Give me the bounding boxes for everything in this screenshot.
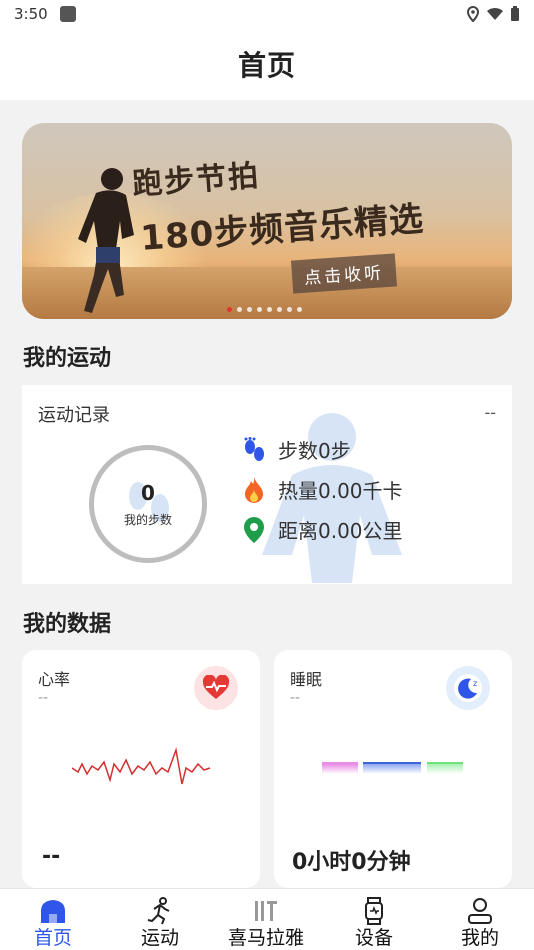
page-title: 首页 (237, 49, 296, 82)
tab-device[interactable]: 设备 (324, 889, 424, 950)
heart-rate-value: -- (42, 844, 61, 869)
svg-text:z: z (473, 679, 477, 688)
stat-steps: 步数0步 (242, 435, 351, 464)
tab-home-label: 首页 (33, 927, 72, 949)
ximalaya-icon (255, 901, 277, 921)
banner-dot[interactable] (287, 307, 292, 312)
heart-rate-sub: -- (38, 690, 49, 706)
sleep-value: 0小时0分钟 (292, 850, 411, 875)
banner-title-line1: 跑步节拍 (131, 158, 262, 203)
stat-calories-text: 热量0.00千卡 (278, 479, 403, 503)
bottom-tab-bar: 首页 运动 喜马拉雅 设备 我的 (0, 888, 534, 950)
sleep-card[interactable]: 睡眠 -- z 0小时0分钟 (274, 650, 512, 888)
sport-record-card[interactable]: 运动记录 -- 0 我的步数 步数0步 热量0.00千卡 距离0.00公里 (22, 385, 512, 584)
home-icon (41, 900, 65, 923)
banner-pagination (227, 307, 302, 312)
sleep-title: 睡眠 (290, 670, 323, 689)
banner-dot[interactable] (257, 307, 262, 312)
sleep-bar-awake (322, 762, 358, 774)
watch-icon (365, 897, 383, 925)
tab-mine[interactable]: 我的 (430, 889, 530, 950)
tab-device-label: 设备 (354, 927, 393, 949)
tab-sport[interactable]: 运动 (110, 889, 210, 950)
tab-home[interactable]: 首页 (3, 889, 103, 950)
stat-steps-text: 步数0步 (278, 439, 351, 463)
notification-icon (59, 6, 76, 22)
tab-ximalaya-label: 喜马拉雅 (227, 927, 304, 949)
page-header: 首页 (0, 28, 534, 100)
runner-icon (147, 897, 170, 925)
data-section-title: 我的数据 (23, 612, 112, 637)
stat-calories: 热量0.00千卡 (242, 475, 403, 504)
promo-banner[interactable]: 跑步节拍 180步频音乐精选 点击收听 (22, 123, 512, 319)
location-icon (466, 6, 480, 22)
steps-count: 0 (141, 480, 155, 505)
tab-ximalaya[interactable]: 喜马拉雅 (216, 889, 316, 950)
flame-icon (245, 476, 263, 503)
heart-rate-icon (194, 666, 238, 710)
banner-dot[interactable] (227, 307, 232, 312)
tab-sport-label: 运动 (140, 927, 179, 949)
footprints-icon (244, 436, 264, 461)
sport-record-value: -- (484, 403, 496, 422)
sleep-moon-icon: z (446, 666, 490, 710)
user-icon (468, 898, 492, 924)
sleep-bar-light (427, 762, 463, 774)
steps-ring: 0 我的步数 (89, 445, 207, 563)
sleep-bar-deep (363, 762, 421, 774)
battery-icon (511, 6, 519, 21)
banner-dot[interactable] (267, 307, 272, 312)
heart-rate-card[interactable]: 心率 -- -- (22, 650, 260, 888)
sleep-sub: -- (290, 690, 301, 706)
banner-title-line2: 180步频音乐精选 (139, 199, 426, 259)
banner-dot[interactable] (277, 307, 282, 312)
status-bar: 3:50 (0, 0, 534, 28)
heart-rate-waveform (72, 747, 211, 785)
status-icons (466, 6, 520, 22)
sport-section-title: 我的运动 (23, 346, 112, 371)
stat-distance-text: 距离0.00公里 (278, 519, 403, 543)
banner-dot[interactable] (297, 307, 302, 312)
banner-dot[interactable] (237, 307, 242, 312)
location-pin-icon (244, 516, 264, 543)
heart-rate-title: 心率 (38, 670, 71, 689)
tab-mine-label: 我的 (460, 927, 499, 949)
sport-record-title: 运动记录 (38, 405, 110, 426)
steps-label: 我的步数 (123, 512, 172, 527)
stat-distance: 距离0.00公里 (242, 515, 403, 544)
status-time: 3:50 (14, 5, 48, 23)
wifi-icon (487, 7, 503, 20)
banner-dot[interactable] (247, 307, 252, 312)
